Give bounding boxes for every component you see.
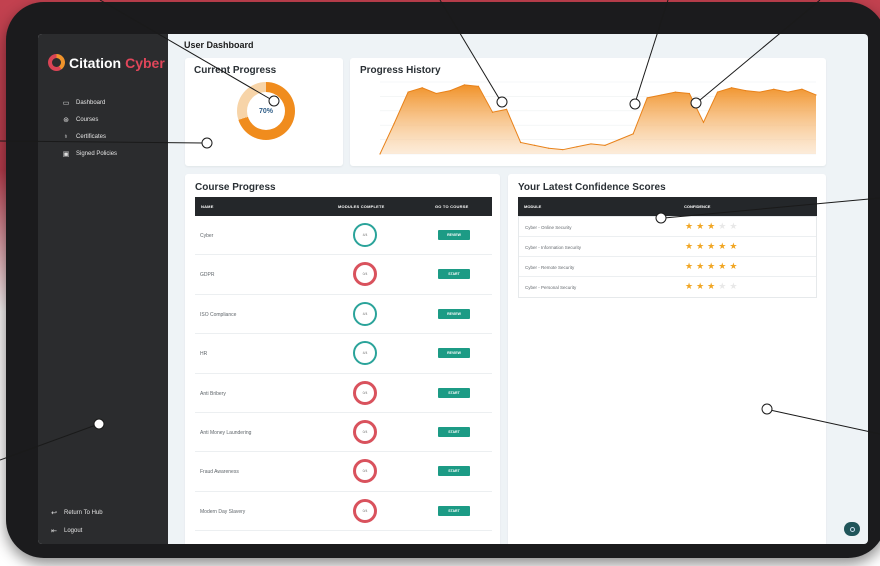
callout-marker bbox=[201, 137, 213, 149]
callout-line bbox=[635, 0, 669, 101]
callout-marker bbox=[690, 97, 702, 109]
callout-line bbox=[699, 0, 821, 101]
callout-line bbox=[663, 197, 880, 219]
callout-line bbox=[439, 0, 501, 101]
callout-marker bbox=[761, 403, 773, 415]
callout-line bbox=[0, 140, 205, 144]
callout-line bbox=[0, 424, 97, 461]
callout-line bbox=[99, 0, 273, 101]
callout-marker bbox=[496, 96, 508, 108]
callout-marker bbox=[268, 95, 280, 107]
callout-overlay bbox=[0, 0, 880, 461]
callout-marker bbox=[93, 418, 105, 430]
callout-line bbox=[769, 409, 880, 435]
callout-marker bbox=[629, 98, 641, 110]
callout-marker bbox=[655, 212, 667, 224]
